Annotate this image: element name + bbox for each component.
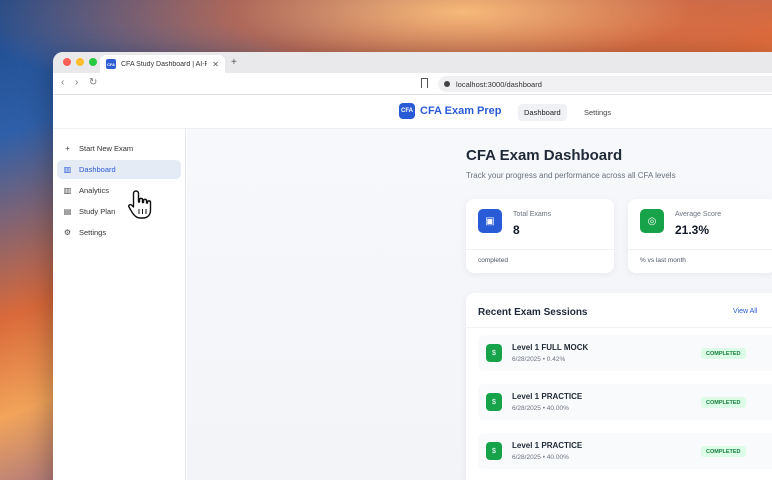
favicon-icon: CFA bbox=[106, 59, 116, 69]
sidebar-item-settings[interactable]: ⚙ Settings bbox=[57, 223, 181, 242]
url-text: localhost:3000/dashboard bbox=[456, 79, 542, 89]
stat-value: 8 bbox=[513, 223, 520, 237]
divider bbox=[628, 249, 772, 250]
reload-icon[interactable]: ↻ bbox=[89, 77, 97, 88]
close-window-button[interactable] bbox=[63, 58, 71, 66]
hand-cursor-icon bbox=[128, 190, 152, 219]
sidebar-item-analytics[interactable]: ▥ Analytics bbox=[57, 181, 181, 200]
session-meta: 6/28/2025 • 40.00% bbox=[512, 454, 569, 461]
session-row[interactable]: $ Level 1 PRACTICE 6/28/2025 • 40.00% CO… bbox=[478, 384, 772, 420]
address-bar: ‹ › ↻ localhost:3000/dashboard bbox=[53, 73, 772, 95]
status-badge: COMPLETED bbox=[701, 348, 746, 359]
view-all-link[interactable]: View All bbox=[733, 308, 757, 315]
site-info-icon[interactable] bbox=[444, 81, 450, 87]
sidebar-item-start-new-exam[interactable]: + Start New Exam bbox=[57, 139, 181, 158]
session-row[interactable]: $ Level 1 PRACTICE 6/28/2025 • 40.00% CO… bbox=[478, 433, 772, 469]
stat-value: 21.3% bbox=[675, 223, 710, 237]
session-name: Level 1 PRACTICE bbox=[512, 441, 583, 450]
sidebar-item-label: Dashboard bbox=[79, 165, 116, 174]
sidebar-item-study-plan[interactable]: ▤ Study Plan bbox=[57, 202, 181, 221]
tab-title: CFA Study Dashboard | AI-Pro bbox=[121, 60, 208, 68]
page-title: CFA Exam Dashboard bbox=[466, 147, 623, 164]
maximize-window-button[interactable] bbox=[89, 58, 97, 66]
close-tab-icon[interactable]: ✕ bbox=[212, 60, 219, 69]
sidebar-item-label: Analytics bbox=[79, 186, 110, 195]
browser-window: CFA CFA Study Dashboard | AI-Pro ✕ + ‹ ›… bbox=[53, 52, 772, 480]
session-meta: 6/28/2025 • 40.00% bbox=[512, 405, 569, 412]
divider bbox=[466, 327, 772, 328]
bar-chart-icon: ▥ bbox=[63, 165, 72, 174]
sidebar-item-dashboard[interactable]: ▥ Dashboard bbox=[57, 160, 181, 179]
sessions-title: Recent Exam Sessions bbox=[478, 307, 588, 318]
sidebar-item-label: Start New Exam bbox=[79, 144, 134, 153]
clipboard-icon: ▣ bbox=[478, 209, 502, 233]
forward-icon[interactable]: › bbox=[75, 77, 78, 88]
dollar-icon: $ bbox=[486, 344, 502, 362]
sidebar-item-label: Settings bbox=[79, 228, 107, 237]
window-controls bbox=[63, 58, 97, 66]
nav-dashboard[interactable]: Dashboard bbox=[518, 104, 567, 121]
stat-card-average-score: ◎ Average Score 21.3% % vs last month bbox=[628, 199, 772, 273]
session-name: Level 1 FULL MOCK bbox=[512, 343, 589, 352]
session-name: Level 1 PRACTICE bbox=[512, 392, 583, 401]
session-meta: 6/28/2025 • 0.42% bbox=[512, 356, 566, 363]
recent-sessions-card: Recent Exam Sessions View All $ Level 1 … bbox=[466, 293, 772, 480]
main-content: CFA Exam Dashboard Track your progress a… bbox=[187, 129, 772, 480]
status-badge: COMPLETED bbox=[701, 397, 746, 408]
dollar-icon: $ bbox=[486, 442, 502, 460]
nav-settings[interactable]: Settings bbox=[578, 104, 617, 121]
stat-card-total-exams: ▣ Total Exams 8 completed bbox=[466, 199, 614, 273]
back-icon[interactable]: ‹ bbox=[61, 77, 64, 88]
book-icon: ▤ bbox=[63, 207, 72, 216]
stat-footer: % vs last month bbox=[640, 257, 686, 264]
app-header: CFA CFA Exam Prep Dashboard Settings bbox=[53, 95, 772, 129]
browser-tab[interactable]: CFA CFA Study Dashboard | AI-Pro ✕ bbox=[100, 55, 225, 73]
sidebar-item-label: Study Plan bbox=[79, 207, 116, 216]
url-input[interactable]: localhost:3000/dashboard bbox=[438, 76, 772, 92]
stat-footer: completed bbox=[478, 257, 508, 264]
divider bbox=[466, 249, 614, 250]
status-badge: COMPLETED bbox=[701, 446, 746, 457]
new-tab-icon[interactable]: + bbox=[231, 57, 237, 68]
bookmark-icon[interactable] bbox=[421, 78, 428, 88]
stat-label: Average Score bbox=[675, 211, 722, 218]
page-subtitle: Track your progress and performance acro… bbox=[466, 171, 676, 180]
brand-logo: CFA bbox=[399, 103, 415, 119]
brand[interactable]: CFA CFA Exam Prep bbox=[399, 103, 502, 119]
target-icon: ◎ bbox=[640, 209, 664, 233]
bar-chart-icon: ▥ bbox=[63, 186, 72, 195]
gear-icon: ⚙ bbox=[63, 228, 72, 237]
plus-icon: + bbox=[65, 144, 70, 153]
brand-name: CFA Exam Prep bbox=[420, 105, 502, 117]
stat-label: Total Exams bbox=[513, 211, 552, 218]
dollar-icon: $ bbox=[486, 393, 502, 411]
sidebar: + Start New Exam ▥ Dashboard ▥ Analytics… bbox=[53, 129, 186, 480]
session-row[interactable]: $ Level 1 FULL MOCK 6/28/2025 • 0.42% CO… bbox=[478, 335, 772, 371]
minimize-window-button[interactable] bbox=[76, 58, 84, 66]
tab-bar: CFA CFA Study Dashboard | AI-Pro ✕ + bbox=[53, 52, 772, 73]
